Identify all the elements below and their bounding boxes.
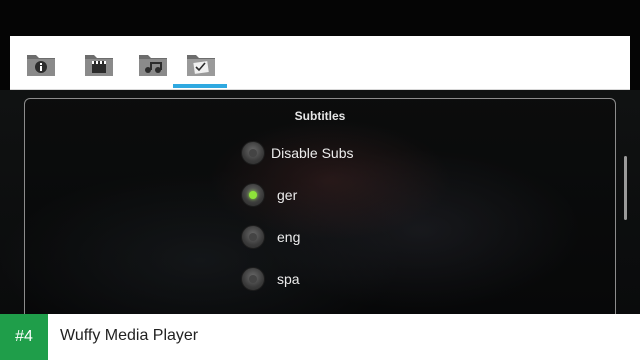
subtitle-folder-icon (187, 55, 215, 76)
option-label: spa (277, 271, 300, 287)
info-folder-icon (27, 55, 55, 76)
radio-button[interactable] (241, 267, 265, 291)
active-tab-indicator (173, 84, 227, 88)
tab-video[interactable] (72, 42, 126, 86)
subtitles-panel: Subtitles (24, 98, 616, 328)
clapper-folder-icon (85, 55, 113, 76)
radio-button[interactable] (241, 141, 265, 165)
tab-subtitles[interactable] (174, 42, 228, 86)
scrollbar-thumb[interactable] (624, 156, 627, 220)
tab-toolbar (10, 36, 630, 90)
audio-folder-icon (139, 55, 167, 76)
subtitle-option-spa[interactable]: spa (241, 265, 300, 293)
option-label: eng (277, 229, 301, 245)
option-label: ger (277, 187, 298, 203)
panel-title: Subtitles (294, 109, 346, 123)
subtitle-option-disable[interactable]: Disable Subs (241, 139, 354, 167)
subtitle-option-eng[interactable]: eng (241, 223, 300, 251)
tab-audio[interactable] (126, 42, 180, 86)
tab-info[interactable] (14, 42, 68, 86)
app-name: Wuffy Media Player (60, 327, 199, 344)
footer-bar: #4 Wuffy Media Player (0, 314, 640, 360)
option-label: Disable Subs (271, 145, 354, 161)
radio-button-selected[interactable] (241, 183, 265, 207)
subtitle-option-ger[interactable]: ger (241, 181, 297, 209)
rank-badge: #4 (0, 314, 48, 360)
radio-button[interactable] (241, 225, 265, 249)
